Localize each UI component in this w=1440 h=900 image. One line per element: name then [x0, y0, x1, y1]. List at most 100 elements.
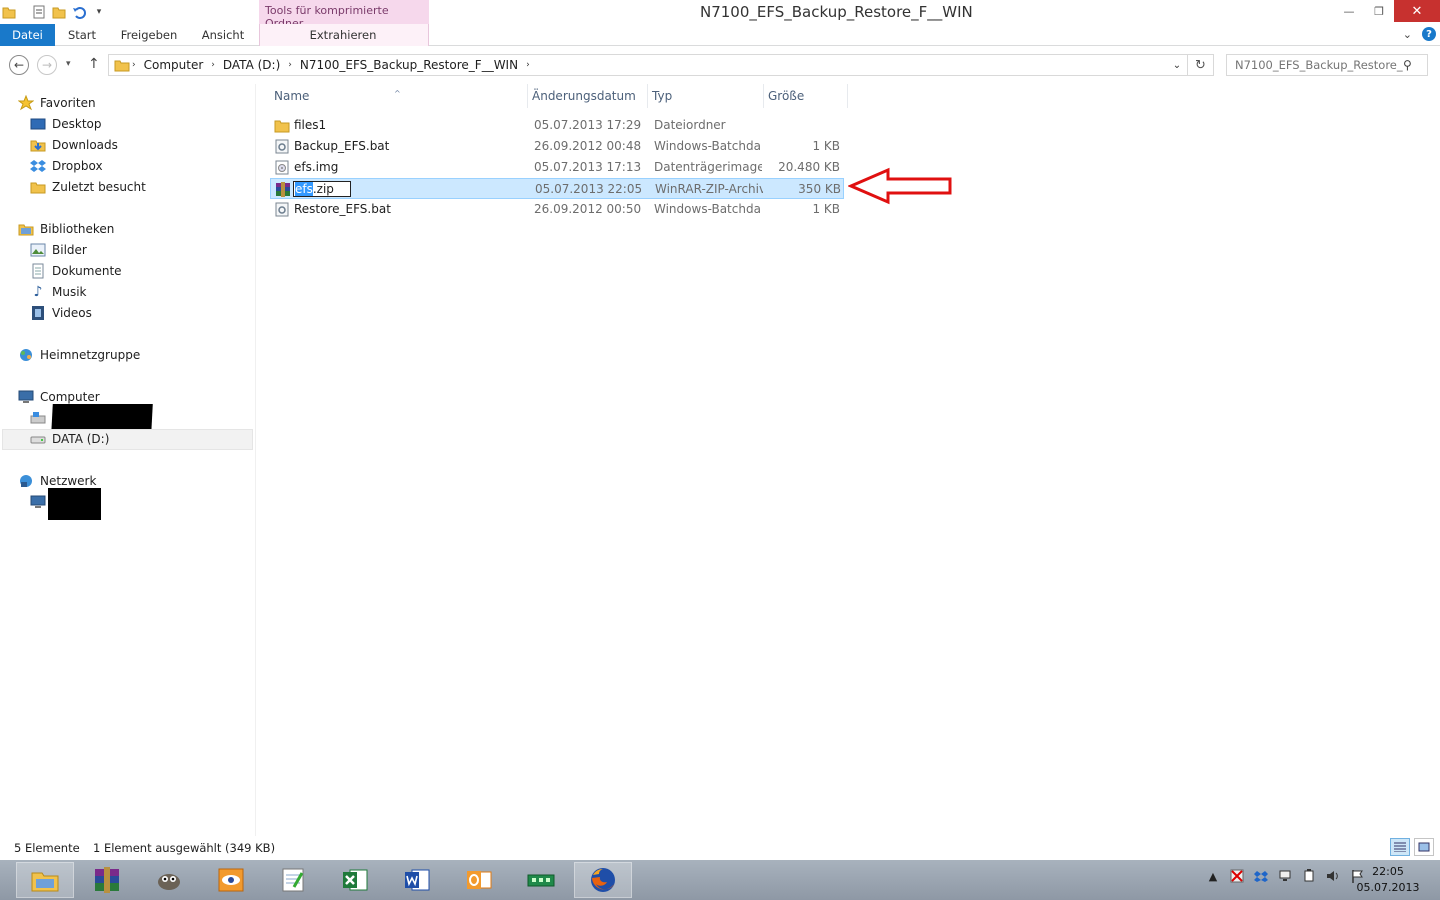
- taskbar-outlook[interactable]: [450, 862, 508, 898]
- nav-libraries[interactable]: Bibliotheken: [18, 219, 114, 239]
- sort-ascending-icon: ^: [394, 89, 401, 98]
- computer-icon: [30, 494, 46, 510]
- winrar-icon: [95, 867, 119, 893]
- taskbar-irfanview[interactable]: [202, 862, 260, 898]
- dropbox-tray-icon[interactable]: [1253, 868, 1269, 884]
- batch-file-icon: [274, 139, 290, 154]
- recent-places-icon: [30, 179, 46, 195]
- nav-documents[interactable]: Dokumente: [30, 261, 122, 281]
- breadcrumb-separator[interactable]: ›: [286, 60, 294, 70]
- taskbar: ▲ 22:05 05.07.2013: [0, 860, 1440, 900]
- breadcrumb-data-drive[interactable]: DATA (D:): [217, 58, 286, 72]
- help-icon[interactable]: ?: [1422, 27, 1436, 41]
- minimize-button[interactable]: —: [1334, 0, 1364, 22]
- redaction-mark: [48, 488, 101, 520]
- tab-datei[interactable]: Datei: [0, 24, 55, 46]
- forward-button[interactable]: →: [37, 55, 57, 75]
- breadcrumb-current-folder[interactable]: N7100_EFS_Backup_Restore_F__WIN: [294, 58, 524, 72]
- column-header-type[interactable]: Typ: [648, 84, 764, 108]
- column-header-name[interactable]: Name ^: [270, 84, 528, 108]
- details-view-icon: [1394, 842, 1406, 852]
- breadcrumb-separator[interactable]: ›: [209, 60, 217, 70]
- file-type: Windows-Batchda...: [654, 202, 762, 216]
- annotation-arrow: [848, 167, 952, 205]
- file-name: files1: [294, 118, 327, 132]
- nav-pictures[interactable]: Bilder: [30, 240, 87, 260]
- properties-icon[interactable]: [30, 3, 48, 21]
- file-type: Dateiordner: [654, 118, 726, 132]
- restore-button[interactable]: ❐: [1364, 0, 1394, 22]
- search-box[interactable]: ⚲: [1226, 54, 1428, 76]
- taskbar-excel[interactable]: [326, 862, 384, 898]
- taskbar-gimp[interactable]: [140, 862, 198, 898]
- new-folder-icon[interactable]: [50, 3, 68, 21]
- clock[interactable]: 22:05 05.07.2013: [1352, 864, 1424, 896]
- file-row[interactable]: Restore_EFS.bat 26.09.2012 00:50 Windows…: [270, 199, 844, 220]
- nav-desktop[interactable]: Desktop: [30, 114, 102, 134]
- tab-freigeben[interactable]: Freigeben: [115, 24, 183, 46]
- nav-dropbox[interactable]: Dropbox: [30, 156, 103, 176]
- nav-label: Desktop: [52, 117, 102, 131]
- taskbar-firefox[interactable]: [574, 862, 632, 898]
- large-icons-view-icon: [1418, 842, 1430, 852]
- nav-videos[interactable]: Videos: [30, 303, 92, 323]
- nav-data-drive[interactable]: DATA (D:): [30, 429, 109, 449]
- column-header-size[interactable]: Größe: [764, 84, 848, 108]
- star-icon: [17, 94, 35, 111]
- volume-icon[interactable]: [1325, 868, 1341, 884]
- refresh-button[interactable]: ↻: [1188, 54, 1214, 76]
- tab-ansicht[interactable]: Ansicht: [196, 24, 250, 46]
- music-icon: ♪: [33, 284, 43, 300]
- file-row[interactable]: Backup_EFS.bat 26.09.2012 00:48 Windows-…: [270, 136, 844, 157]
- nav-local-drive-redacted[interactable]: [30, 408, 52, 428]
- undo-icon[interactable]: [70, 3, 88, 21]
- file-date: 26.09.2012 00:50: [534, 202, 642, 216]
- column-header-date[interactable]: Änderungsdatum: [528, 84, 648, 108]
- file-row-selected[interactable]: efs .zip 05.07.2013 22:05 WinRAR-ZIP-Arch…: [270, 178, 844, 199]
- nav-label: Videos: [52, 306, 92, 320]
- hardware-icon: [527, 874, 555, 887]
- details-view-button[interactable]: [1390, 838, 1410, 856]
- excel-icon: [343, 869, 368, 891]
- search-input[interactable]: [1235, 58, 1403, 72]
- taskbar-winrar[interactable]: [78, 862, 136, 898]
- rename-input[interactable]: efs .zip: [293, 181, 351, 197]
- nav-label: Computer: [40, 390, 100, 404]
- breadcrumb-computer[interactable]: Computer: [138, 58, 210, 72]
- close-button[interactable]: ✕: [1394, 0, 1440, 22]
- taskbar-explorer[interactable]: [16, 862, 74, 898]
- power-tray-icon[interactable]: [1301, 868, 1317, 884]
- tab-extrahieren[interactable]: Extrahieren: [303, 24, 383, 46]
- nav-recent-places[interactable]: Zuletzt besucht: [30, 177, 146, 197]
- back-button[interactable]: ←: [9, 55, 29, 75]
- file-row[interactable]: files1 05.07.2013 17:29 Dateiordner: [270, 115, 844, 136]
- nav-music[interactable]: ♪ Musik: [30, 282, 87, 302]
- tab-start[interactable]: Start: [62, 24, 102, 46]
- large-icons-view-button[interactable]: [1414, 838, 1434, 856]
- customize-qat-icon[interactable]: ▾: [90, 3, 108, 21]
- nav-downloads[interactable]: Downloads: [30, 135, 118, 155]
- search-icon: ⚲: [1403, 58, 1412, 72]
- recent-locations-dropdown[interactable]: ▾: [66, 59, 71, 69]
- file-date: 05.07.2013 22:05: [535, 182, 643, 196]
- breadcrumb-separator[interactable]: ›: [524, 60, 532, 70]
- address-history-dropdown[interactable]: ⌄: [1167, 55, 1187, 75]
- breadcrumb-separator[interactable]: ›: [130, 60, 138, 70]
- desktop-icon: [30, 116, 46, 132]
- up-button[interactable]: ↑: [88, 56, 100, 72]
- file-row[interactable]: efs.img 05.07.2013 17:13 Datenträgerimag…: [270, 157, 844, 178]
- taskbar-notepad[interactable]: [264, 862, 322, 898]
- drive-icon: [30, 431, 46, 447]
- file-list: Name ^ Änderungsdatum Typ Größe files1 0…: [270, 84, 1440, 836]
- action-center-icon[interactable]: [1229, 868, 1245, 884]
- taskbar-word[interactable]: [388, 862, 446, 898]
- nav-homegroup[interactable]: Heimnetzgruppe: [18, 345, 140, 365]
- nav-favorites[interactable]: Favoriten: [17, 93, 96, 113]
- nav-label: Netzwerk: [40, 474, 97, 488]
- show-hidden-icons-icon[interactable]: ▲: [1205, 868, 1221, 884]
- network-tray-icon[interactable]: [1277, 868, 1293, 884]
- taskbar-hardware[interactable]: [512, 862, 570, 898]
- nav-label: Dokumente: [52, 264, 122, 278]
- address-bar[interactable]: › Computer › DATA (D:) › N7100_EFS_Backu…: [108, 54, 1188, 76]
- expand-ribbon-icon[interactable]: ⌄: [1403, 28, 1412, 41]
